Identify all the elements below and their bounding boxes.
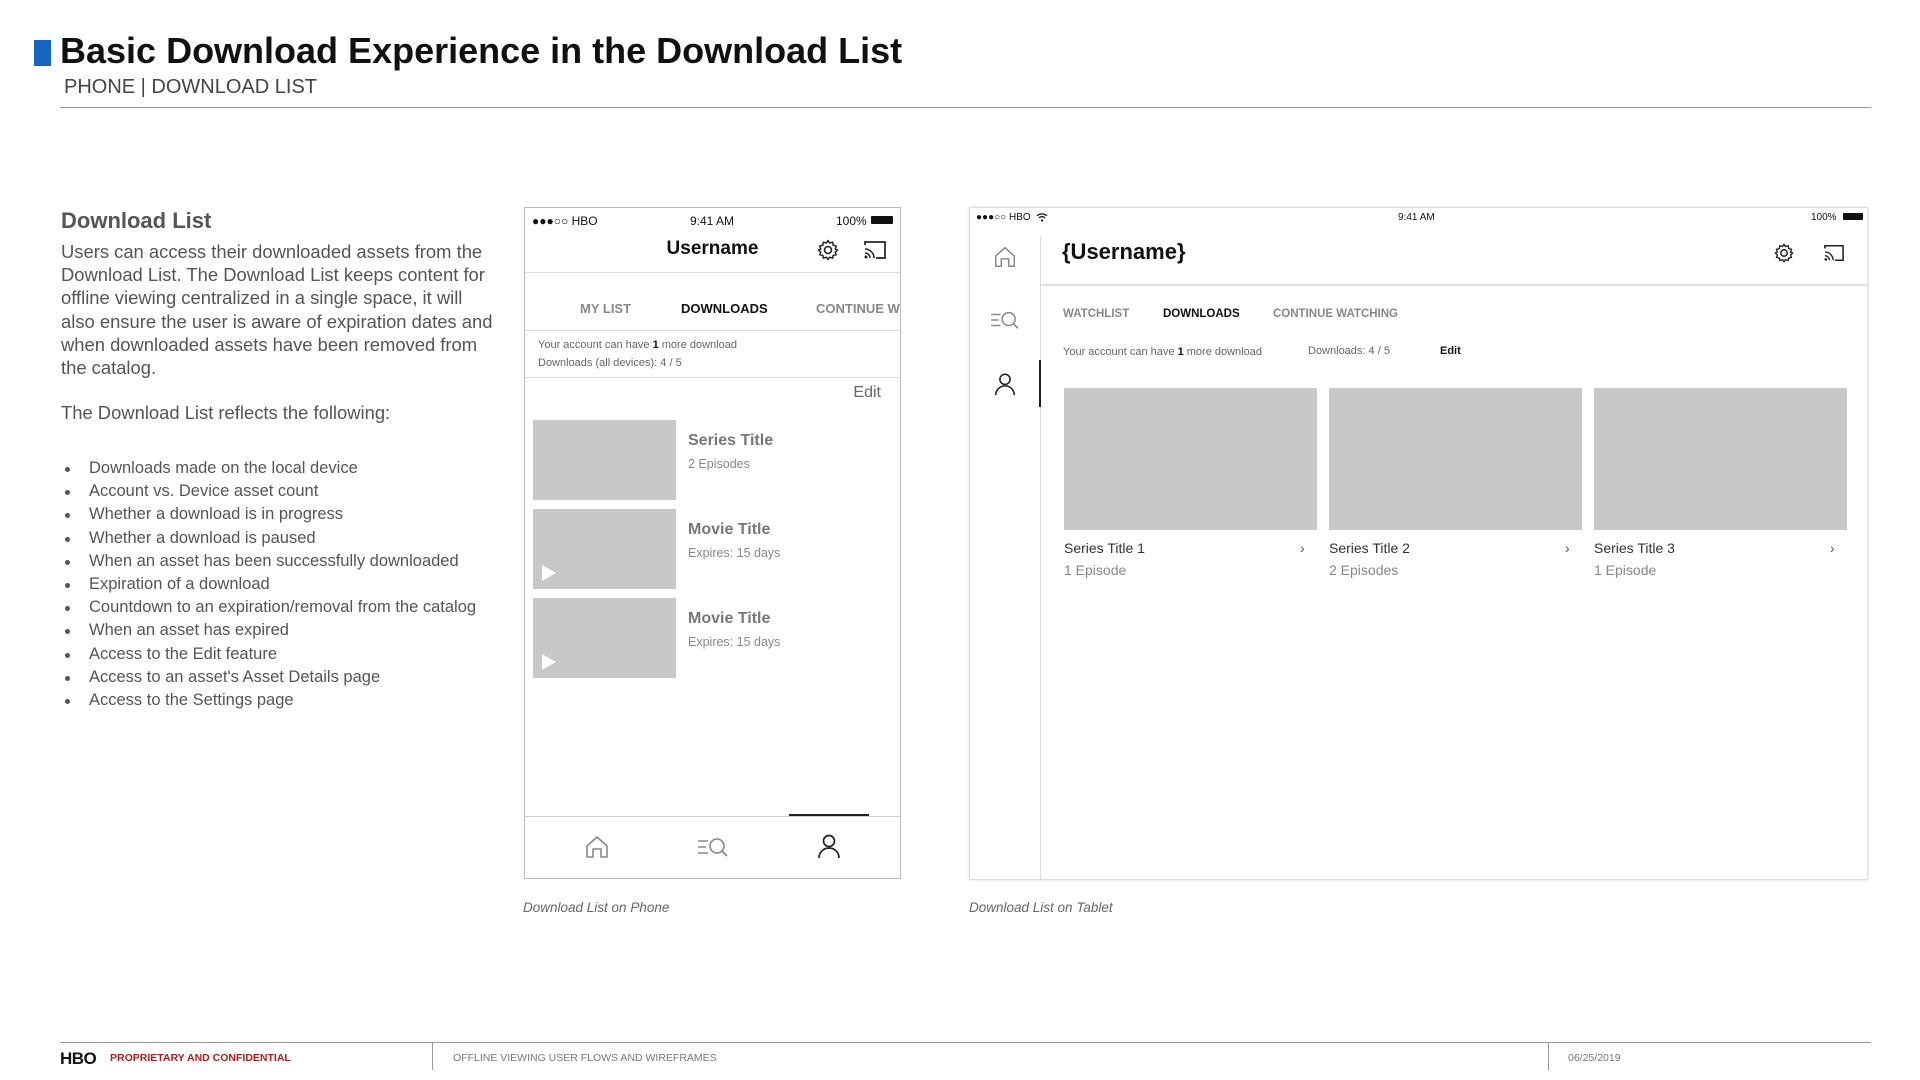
battery-icon [871,216,893,224]
header-divider [60,107,1871,108]
tab-my-list[interactable]: MY LIST [580,301,631,316]
sidebar-selected-indicator [1039,360,1041,407]
item-subtitle: Expires: 15 days [688,635,781,649]
cast-icon[interactable] [1822,243,1846,263]
item-thumbnail[interactable] [533,420,676,500]
play-icon[interactable] [542,654,556,670]
downloads-count: Downloads: 4 / 5 [1308,345,1390,357]
footer-separator [1548,1042,1549,1070]
phone-caption: Download List on Phone [523,900,670,915]
phone-wireframe: ●●●○○ HBO 9:41 AM 100% Username MY LIST … [524,207,901,879]
footer-separator [432,1042,433,1070]
item-title[interactable]: Movie Title [688,521,770,539]
card-subtitle: 1 Episode [1594,562,1657,578]
cast-icon[interactable] [862,239,888,261]
tab-downloads[interactable]: DOWNLOADS [1163,308,1240,320]
list-item: Access to an asset's Asset Details page [61,666,476,689]
chevron-right-icon[interactable]: › [1565,540,1570,556]
chevron-right-icon[interactable]: › [1300,540,1305,556]
item-thumbnail[interactable] [533,509,676,589]
item-subtitle: 2 Episodes [688,457,750,471]
list-item: Access to the Edit feature [61,643,476,666]
item-thumbnail[interactable] [533,598,676,678]
settings-icon[interactable] [816,238,840,262]
list-item: When an asset has been successfully down… [61,550,476,573]
list-item: When an asset has expired [61,619,476,642]
phone-header-divider [525,272,900,273]
item-title[interactable]: Series Title [688,432,773,450]
section-intro: The Download List reflects the following… [61,402,391,423]
tabs-divider [525,330,900,331]
card-title[interactable]: Series Title 3 [1594,540,1675,556]
count-divider [525,377,900,378]
search-icon[interactable] [696,834,730,860]
page-subtitle: PHONE | DOWNLOAD LIST [64,76,318,98]
account-download-count: Your account can have 1 more download [1063,346,1262,358]
tablet-time: 9:41 AM [1398,212,1435,223]
card-title[interactable]: Series Title 2 [1329,540,1410,556]
list-item: Whether a download is in progress [61,503,476,526]
phone-time: 9:41 AM [690,214,735,228]
footer-doc-title: OFFLINE VIEWING USER FLOWS AND WIREFRAME… [453,1052,717,1064]
title-accent-bar [34,40,51,66]
card-subtitle: 2 Episodes [1329,562,1399,578]
list-item: Account vs. Device asset count [61,480,476,503]
tablet-caption: Download List on Tablet [969,900,1113,915]
hbo-logo: HBO [60,1049,97,1068]
confidential-label: PROPRIETARY AND CONFIDENTIAL [110,1052,291,1064]
tablet-header-divider [1041,284,1867,286]
settings-icon[interactable] [1773,242,1795,264]
tab-watchlist[interactable]: WATCHLIST [1063,308,1129,320]
tablet-carrier: ●●●○○ HBO [976,212,1031,223]
phone-carrier: ●●●○○ HBO [532,214,598,228]
footer-divider [60,1042,1871,1043]
tablet-wireframe: ●●●○○ HBO 9:41 AM 100% {Username} WATCHL… [969,207,1868,880]
edit-button[interactable]: Edit [1440,345,1461,357]
tab-continue-watching[interactable]: CONTINUE W [816,301,900,316]
page-title: Basic Download Experience in the Downloa… [60,30,903,71]
tablet-sidebar-divider [1040,236,1041,879]
tab-continue-watching[interactable]: CONTINUE WATCHING [1273,308,1398,320]
card-subtitle: 1 Episode [1064,562,1127,578]
footer-date: 06/25/2019 [1568,1052,1621,1064]
edit-button[interactable]: Edit [853,384,881,402]
wifi-icon [1036,212,1048,222]
nav-divider [525,816,900,817]
phone-username: Username [666,238,759,259]
phone-battery-text: 100% [836,214,867,228]
play-icon[interactable] [542,565,556,581]
profile-icon[interactable] [815,832,843,860]
profile-icon[interactable] [992,371,1018,397]
chevron-right-icon[interactable]: › [1830,540,1835,556]
card-thumbnail[interactable] [1594,388,1847,530]
tablet-battery-text: 100% [1811,212,1837,223]
list-item: Expiration of a download [61,573,476,596]
downloads-all-devices: Downloads (all devices): 4 / 5 [538,357,682,369]
card-title[interactable]: Series Title 1 [1064,540,1145,556]
account-download-count: Your account can have 1 more download [538,339,737,351]
item-title[interactable]: Movie Title [688,610,770,628]
item-subtitle: Expires: 15 days [688,546,781,560]
tablet-username: {Username} [1062,239,1186,264]
card-thumbnail[interactable] [1329,388,1582,530]
list-item: Countdown to an expiration/removal from … [61,596,476,619]
home-icon[interactable] [992,244,1018,270]
home-icon[interactable] [583,833,611,861]
card-thumbnail[interactable] [1064,388,1317,530]
list-item: Access to the Settings page [61,689,476,712]
list-item: Downloads made on the local device [61,457,476,480]
battery-icon [1843,213,1863,220]
section-title: Download List [61,208,212,233]
list-item: Whether a download is paused [61,527,476,550]
section-paragraph: Users can access their downloaded assets… [61,241,493,379]
feature-list: Downloads made on the local device Accou… [61,457,476,712]
search-icon[interactable] [989,308,1021,332]
nav-selected-indicator [789,814,869,816]
tab-downloads[interactable]: DOWNLOADS [681,301,768,316]
